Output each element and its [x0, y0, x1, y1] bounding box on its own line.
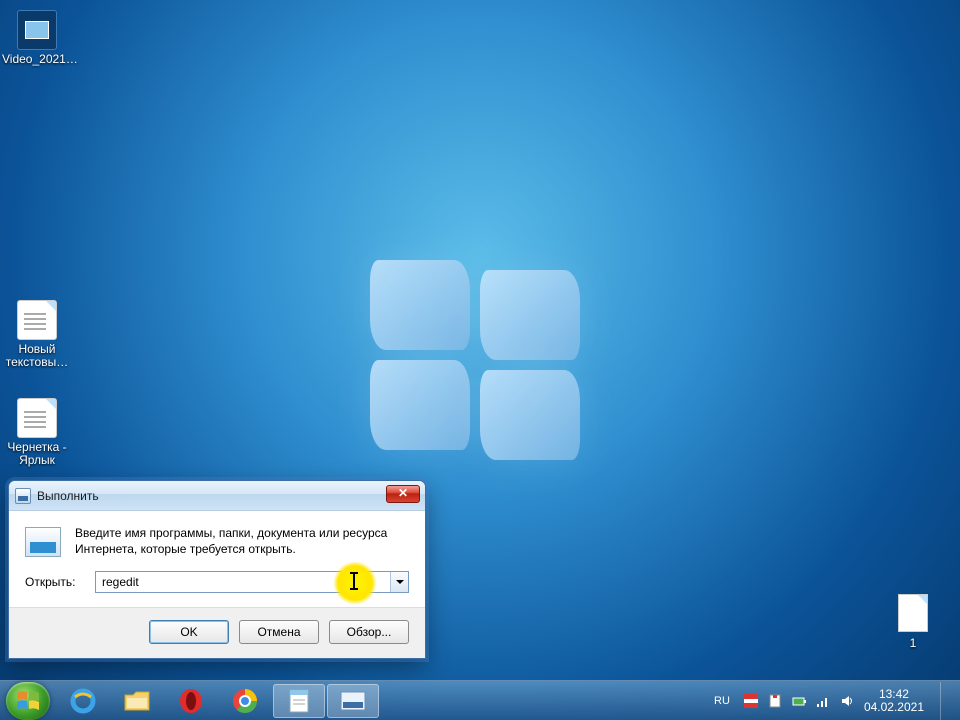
dialog-description: Введите имя программы, папки, документа …	[75, 525, 409, 557]
windows-start-icon	[16, 690, 40, 712]
run-app-icon	[25, 527, 61, 557]
taskbar-opera[interactable]	[165, 684, 217, 718]
run-icon	[339, 690, 367, 712]
desktop-icon-label: Новый текстовы…	[0, 342, 74, 370]
taskbar-ie[interactable]	[57, 684, 109, 718]
taskbar: RU 13:42 04.02.2021	[0, 680, 960, 720]
desktop-icon-label: 1	[898, 636, 928, 650]
opera-icon	[178, 688, 204, 714]
taskbar-clock[interactable]: 13:42 04.02.2021	[864, 688, 924, 714]
browse-button[interactable]: Обзор...	[329, 620, 409, 644]
taskbar-notepad[interactable]	[273, 684, 325, 718]
open-label: Открыть:	[25, 575, 85, 589]
internet-explorer-icon	[69, 687, 97, 715]
close-icon: ✕	[398, 486, 408, 500]
desktop-icon-textfile[interactable]: Новый текстовы…	[0, 300, 74, 370]
text-cursor-icon	[353, 573, 355, 589]
chrome-icon	[232, 688, 258, 714]
system-tray: RU 13:42 04.02.2021	[710, 682, 954, 720]
dialog-body: Введите имя программы, папки, документа …	[9, 511, 425, 567]
run-dialog: Выполнить ✕ Введите имя программы, папки…	[8, 480, 426, 659]
language-indicator[interactable]: RU	[710, 693, 734, 709]
close-button[interactable]: ✕	[386, 485, 420, 503]
taskbar-chrome[interactable]	[219, 684, 271, 718]
open-combobox	[95, 571, 409, 593]
file-explorer-icon	[123, 689, 151, 713]
tray-flag-icon[interactable]	[744, 694, 758, 708]
tray-network-icon[interactable]	[816, 694, 830, 708]
start-button[interactable]	[6, 682, 50, 720]
desktop-icon-label: Video_2021…	[0, 52, 74, 67]
desktop-icon-file1[interactable]: 1	[898, 594, 928, 650]
desktop-icon-label: Чернетка - Ярлык	[0, 440, 74, 468]
clock-date: 04.02.2021	[864, 701, 924, 714]
video-file-icon	[17, 10, 57, 50]
desktop-icon-shortcut[interactable]: Чернетка - Ярлык	[0, 398, 74, 468]
show-desktop-button[interactable]	[940, 682, 950, 720]
dialog-title: Выполнить	[37, 489, 99, 503]
dialog-buttons: OK Отмена Обзор...	[9, 607, 425, 658]
taskbar-explorer[interactable]	[111, 684, 163, 718]
tray-volume-icon[interactable]	[840, 694, 854, 708]
open-row: Открыть:	[9, 567, 425, 607]
tray-action-center-icon[interactable]	[768, 694, 782, 708]
ok-button[interactable]: OK	[149, 620, 229, 644]
windows-logo	[370, 260, 590, 470]
notepad-icon	[287, 688, 311, 714]
desktop-icon-video[interactable]: Video_2021…	[0, 10, 74, 67]
taskbar-run[interactable]	[327, 684, 379, 718]
open-input[interactable]	[95, 571, 409, 593]
cancel-button[interactable]: Отмена	[239, 620, 319, 644]
tray-battery-icon[interactable]	[792, 694, 806, 708]
run-dialog-icon	[15, 488, 31, 504]
page-icon	[898, 594, 928, 632]
dialog-titlebar[interactable]: Выполнить ✕	[9, 481, 425, 511]
text-file-icon	[17, 300, 57, 340]
text-file-icon	[17, 398, 57, 438]
clock-time: 13:42	[864, 688, 924, 701]
dropdown-button[interactable]	[390, 572, 408, 592]
